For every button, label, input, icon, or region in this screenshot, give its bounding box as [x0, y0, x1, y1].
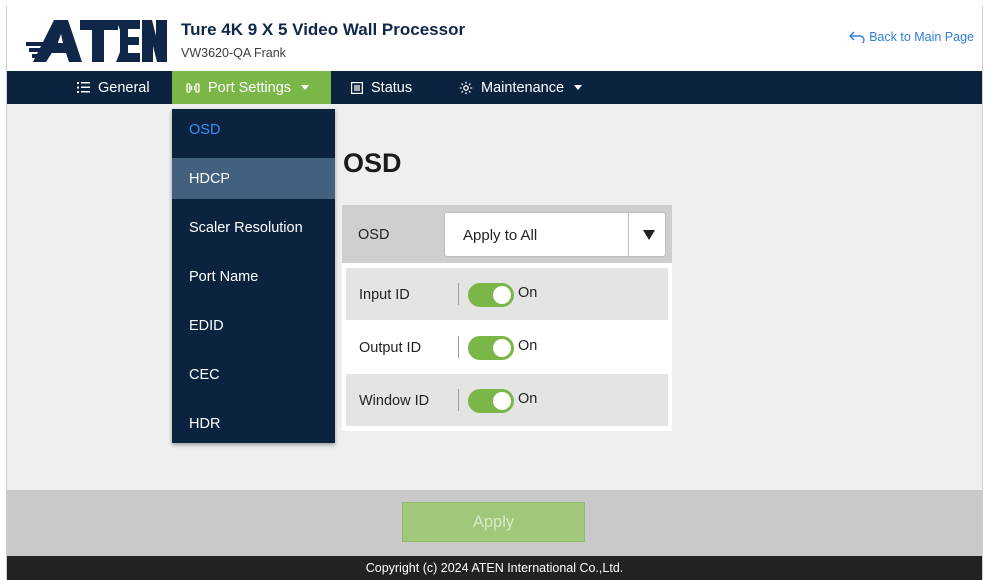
toggle-label: Output ID [359, 340, 422, 356]
menu-item-hdr[interactable]: HDR [172, 403, 335, 444]
main-nav: General Port Settings Status Maintenance [7, 71, 982, 104]
nav-port-settings-label: Port Settings [208, 79, 292, 96]
apply-bar: Apply [7, 490, 982, 556]
product-subtitle: VW3620-QA Frank [181, 46, 286, 60]
status-icon [351, 81, 363, 94]
toggle-row-output-id: Output ID On [346, 321, 668, 373]
chevron-down-icon [301, 85, 310, 90]
nav-maintenance[interactable]: Maintenance [459, 71, 599, 104]
output-id-switch[interactable] [468, 336, 514, 360]
row-divider [458, 389, 459, 411]
nav-maintenance-label: Maintenance [481, 79, 565, 96]
gear-icon [459, 81, 473, 95]
nav-general-label: General [98, 79, 150, 96]
window-id-switch[interactable] [468, 389, 514, 413]
nav-status[interactable]: Status [351, 71, 441, 104]
nav-status-label: Status [371, 79, 413, 96]
toggle-label: Window ID [359, 393, 430, 409]
nav-general[interactable]: General [77, 71, 172, 104]
back-to-main-link[interactable]: Back to Main Page [849, 30, 974, 44]
page-title: OSD [343, 148, 402, 178]
menu-item-hdcp[interactable]: HDCP [172, 158, 335, 199]
osd-row: OSD Apply to All [342, 205, 672, 263]
switch-knob [493, 286, 511, 304]
osd-label: OSD [358, 227, 390, 243]
toggle-state: On [518, 338, 538, 354]
list-icon [77, 82, 90, 93]
chevron-down-icon [574, 85, 583, 90]
ports-icon [186, 82, 200, 94]
caret-down-icon [643, 230, 655, 240]
toggle-state: On [518, 391, 538, 407]
osd-apply-select[interactable]: Apply to All [444, 212, 666, 257]
menu-item-edid[interactable]: EDID [172, 305, 335, 346]
menu-item-scaler-resolution[interactable]: Scaler Resolution [172, 207, 335, 248]
osd-settings-panel: OSD Apply to All Input ID On Output ID O… [342, 205, 672, 431]
toggle-row-window-id: Window ID On [346, 374, 668, 426]
copyright-footer: Copyright (c) 2024 ATEN International Co… [7, 556, 982, 580]
toggle-state: On [518, 285, 538, 301]
row-divider [458, 283, 459, 305]
menu-item-cec[interactable]: CEC [172, 354, 335, 395]
header: Ture 4K 9 X 5 Video Wall Processor VW362… [7, 6, 982, 71]
toggle-row-input-id: Input ID On [346, 268, 668, 320]
back-link-label: Back to Main Page [869, 30, 974, 44]
osd-select-value: Apply to All [463, 227, 538, 244]
apply-button[interactable]: Apply [402, 502, 585, 542]
switch-knob [493, 339, 511, 357]
input-id-switch[interactable] [468, 283, 514, 307]
toggle-label: Input ID [359, 287, 410, 303]
nav-port-settings[interactable]: Port Settings [172, 71, 331, 104]
aten-logo [24, 16, 168, 66]
row-divider [458, 336, 459, 358]
select-divider [628, 213, 629, 256]
switch-knob [493, 392, 511, 410]
product-title: Ture 4K 9 X 5 Video Wall Processor [181, 20, 466, 39]
menu-item-osd[interactable]: OSD [172, 109, 335, 150]
menu-item-port-name[interactable]: Port Name [172, 256, 335, 297]
port-settings-dropdown: OSD HDCP Scaler Resolution Port Name EDI… [172, 109, 335, 443]
back-arrow-icon [849, 31, 865, 43]
